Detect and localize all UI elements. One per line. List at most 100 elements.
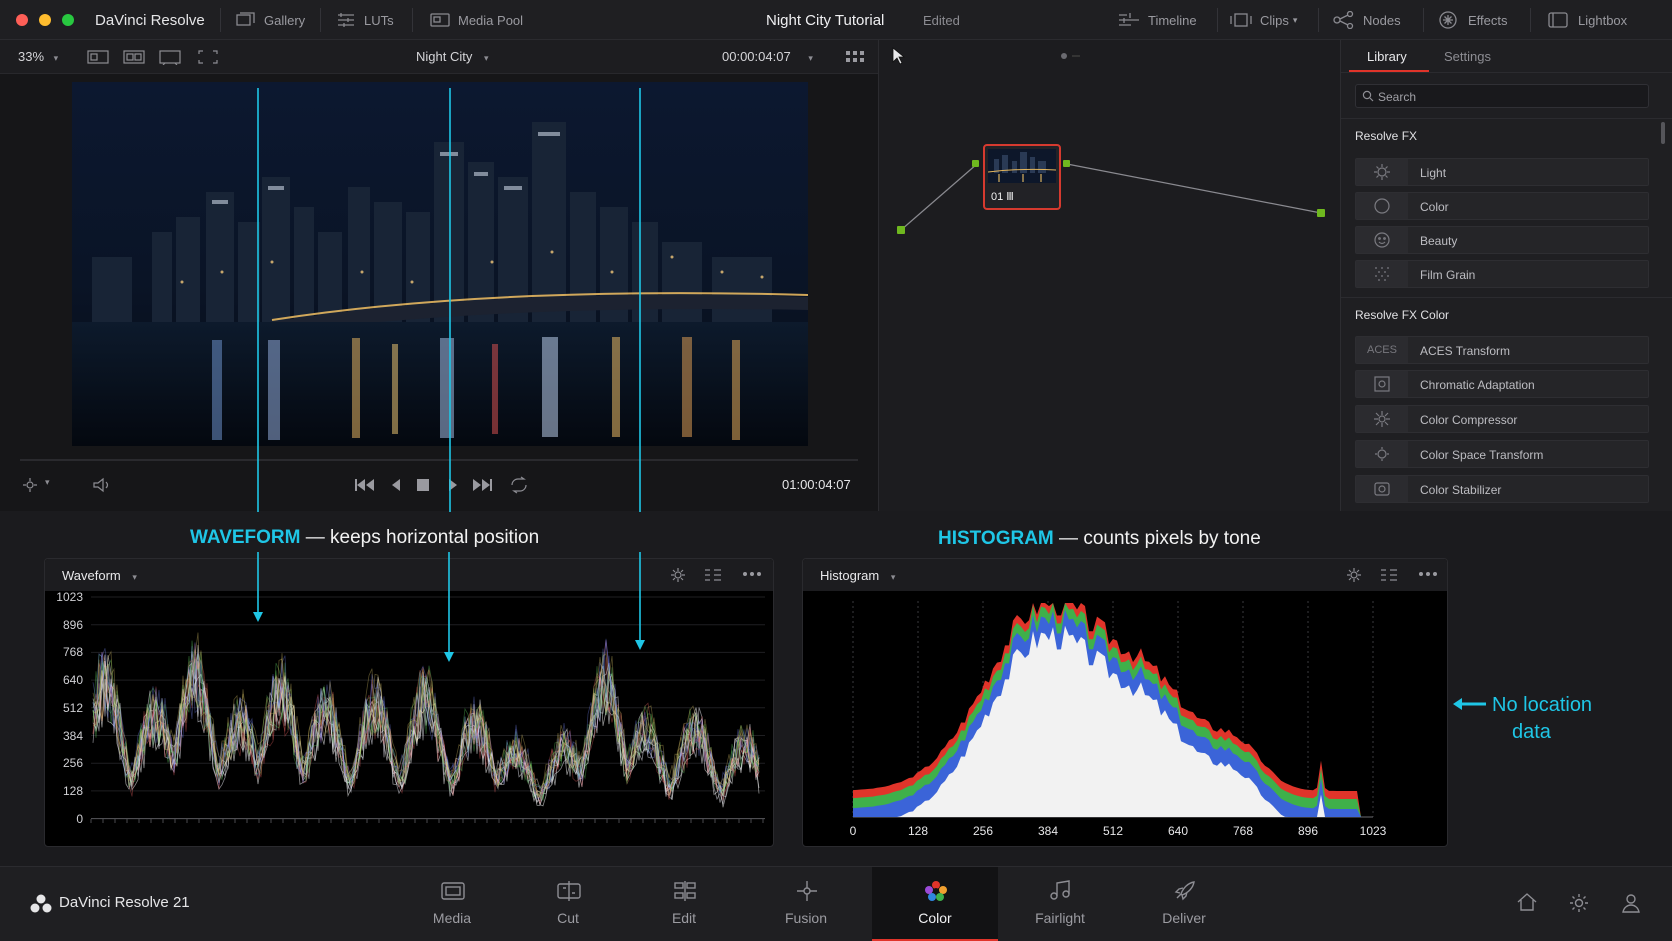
color-page-icon xyxy=(925,881,947,901)
fx-item-film-grain[interactable]: Film Grain xyxy=(1355,260,1649,288)
node-input-port[interactable] xyxy=(897,226,905,234)
histogram-x-tick: 896 xyxy=(1297,824,1319,838)
play-icon[interactable] xyxy=(447,478,459,492)
chevron-down-icon: ▾ xyxy=(890,572,896,582)
film-grain-icon xyxy=(1356,261,1408,287)
video-frame[interactable] xyxy=(72,82,808,446)
page-cut[interactable]: Cut xyxy=(508,867,628,941)
page-deliver[interactable]: Deliver xyxy=(1124,867,1244,941)
color-node-01[interactable]: 01 Ⅲ xyxy=(983,144,1061,210)
library-scrollbar[interactable] xyxy=(1661,122,1665,144)
node-output-port[interactable] xyxy=(1317,209,1325,217)
fx-item-light[interactable]: Light xyxy=(1355,158,1649,186)
minimize-window-button[interactable] xyxy=(39,14,51,26)
fx-item-beauty[interactable]: Beauty xyxy=(1355,226,1649,254)
fx-item-color[interactable]: Color xyxy=(1355,192,1649,220)
page-label: Cut xyxy=(557,910,579,926)
node-right-port[interactable] xyxy=(1063,160,1070,167)
split-viewer-icon[interactable] xyxy=(123,49,145,65)
page-fairlight[interactable]: Fairlight xyxy=(1000,867,1120,941)
tab-library[interactable]: Library xyxy=(1367,49,1407,64)
histogram-x-tick: 640 xyxy=(1167,824,1189,838)
color-icon xyxy=(1356,193,1408,219)
playhead-scrubber[interactable] xyxy=(20,459,858,461)
grid-view-icon[interactable] xyxy=(845,50,865,64)
city-night-image xyxy=(72,82,808,446)
single-viewer-icon[interactable] xyxy=(87,49,109,65)
loop-icon[interactable] xyxy=(509,476,529,494)
search-input[interactable]: Search xyxy=(1355,84,1649,108)
media-page-icon xyxy=(441,882,465,900)
cinema-viewer-icon[interactable] xyxy=(159,49,181,65)
fullscreen-icon[interactable] xyxy=(197,49,219,65)
lightbox-button[interactable]: Lightbox xyxy=(1548,0,1627,40)
home-icon[interactable] xyxy=(1516,892,1538,912)
color-stabilizer-icon xyxy=(1356,476,1408,502)
histogram-x-tick: 384 xyxy=(1037,824,1059,838)
fx-label: Color Space Transform xyxy=(1420,448,1544,462)
histogram-dropdown[interactable]: Histogram ▾ xyxy=(820,568,895,583)
edit-page-icon xyxy=(674,881,696,901)
timeline-button[interactable]: Timeline xyxy=(1118,0,1197,40)
user-profile-icon[interactable] xyxy=(1620,892,1642,914)
lightbox-icon xyxy=(1548,12,1568,28)
gear-icon[interactable] xyxy=(1346,567,1362,583)
fx-item-color-space-transform[interactable]: Color Space Transform xyxy=(1355,440,1649,468)
page-fusion[interactable]: Fusion xyxy=(746,867,866,941)
waveform-headline-bold: WAVEFORM xyxy=(190,527,301,548)
fx-item-aces-transform[interactable]: ACES ACES Transform xyxy=(1355,336,1649,364)
fx-item-color-compressor[interactable]: Color Compressor xyxy=(1355,405,1649,433)
no-location-note: No location data xyxy=(1492,692,1592,746)
nodes-button[interactable]: Nodes xyxy=(1333,0,1401,40)
gallery-button[interactable]: Gallery xyxy=(236,0,305,40)
gallery-label: Gallery xyxy=(264,12,306,28)
clip-name: Night City xyxy=(416,49,473,64)
clips-button[interactable]: Clips ▾ xyxy=(1230,0,1297,40)
zoom-dropdown[interactable]: 33% ▾ xyxy=(18,49,58,64)
viewer-options-icon[interactable] xyxy=(22,476,40,494)
chromatic-adaptation-icon xyxy=(1356,371,1408,397)
timecode-top: 00:00:04:07 xyxy=(722,49,791,64)
settings-gear-icon[interactable] xyxy=(1568,892,1590,914)
histogram-headline-rest: — counts pixels by tone xyxy=(1059,528,1261,549)
luts-icon xyxy=(338,13,354,27)
close-window-button[interactable] xyxy=(16,14,28,26)
maximize-window-button[interactable] xyxy=(62,14,74,26)
media-pool-button[interactable]: Media Pool xyxy=(430,0,523,40)
divider xyxy=(1341,118,1672,119)
chevron-down-icon: ▾ xyxy=(132,572,137,582)
gear-icon[interactable] xyxy=(670,567,686,583)
fx-item-chromatic-adaptation[interactable]: Chromatic Adaptation xyxy=(1355,370,1649,398)
timecode-dropdown[interactable]: 00:00:04:07 ▾ xyxy=(722,49,813,64)
waveform-dropdown[interactable]: Waveform ▾ xyxy=(62,568,137,583)
scope-layout-icon[interactable] xyxy=(1380,568,1398,582)
skip-to-start-icon[interactable] xyxy=(354,478,376,492)
tab-settings[interactable]: Settings xyxy=(1444,49,1491,64)
effects-button[interactable]: Effects xyxy=(1438,0,1508,40)
more-options-icon[interactable] xyxy=(743,571,761,577)
skip-to-end-icon[interactable] xyxy=(472,478,494,492)
media-pool-icon xyxy=(430,13,450,27)
node-left-port[interactable] xyxy=(972,160,979,167)
fusion-page-icon xyxy=(797,881,817,901)
play-reverse-icon[interactable] xyxy=(390,478,402,492)
volume-icon[interactable] xyxy=(92,476,112,494)
clip-name-dropdown[interactable]: Night City ▾ xyxy=(416,49,489,64)
page-label: Media xyxy=(432,910,472,926)
scope-layout-icon[interactable] xyxy=(704,568,722,582)
page-label: Fusion xyxy=(784,910,828,926)
fx-label: Beauty xyxy=(1420,234,1458,248)
fx-label: ACES Transform xyxy=(1420,344,1511,358)
page-edit[interactable]: Edit xyxy=(624,867,744,941)
stop-icon[interactable] xyxy=(417,479,429,491)
brand-label: DaVinci Resolve 21 xyxy=(59,894,190,911)
mouse-cursor-icon xyxy=(892,47,906,65)
more-options-icon[interactable] xyxy=(1419,571,1437,577)
page-media[interactable]: Media xyxy=(392,867,512,941)
luts-button[interactable]: LUTs xyxy=(336,0,394,40)
clips-icon xyxy=(1230,13,1252,27)
page-label: Deliver xyxy=(1162,910,1206,926)
title-bar: DaVinci Resolve Gallery LUTs Media Pool … xyxy=(0,0,1672,40)
fx-item-color-stabilizer[interactable]: Color Stabilizer xyxy=(1355,475,1649,503)
page-color[interactable]: Color xyxy=(872,867,998,941)
